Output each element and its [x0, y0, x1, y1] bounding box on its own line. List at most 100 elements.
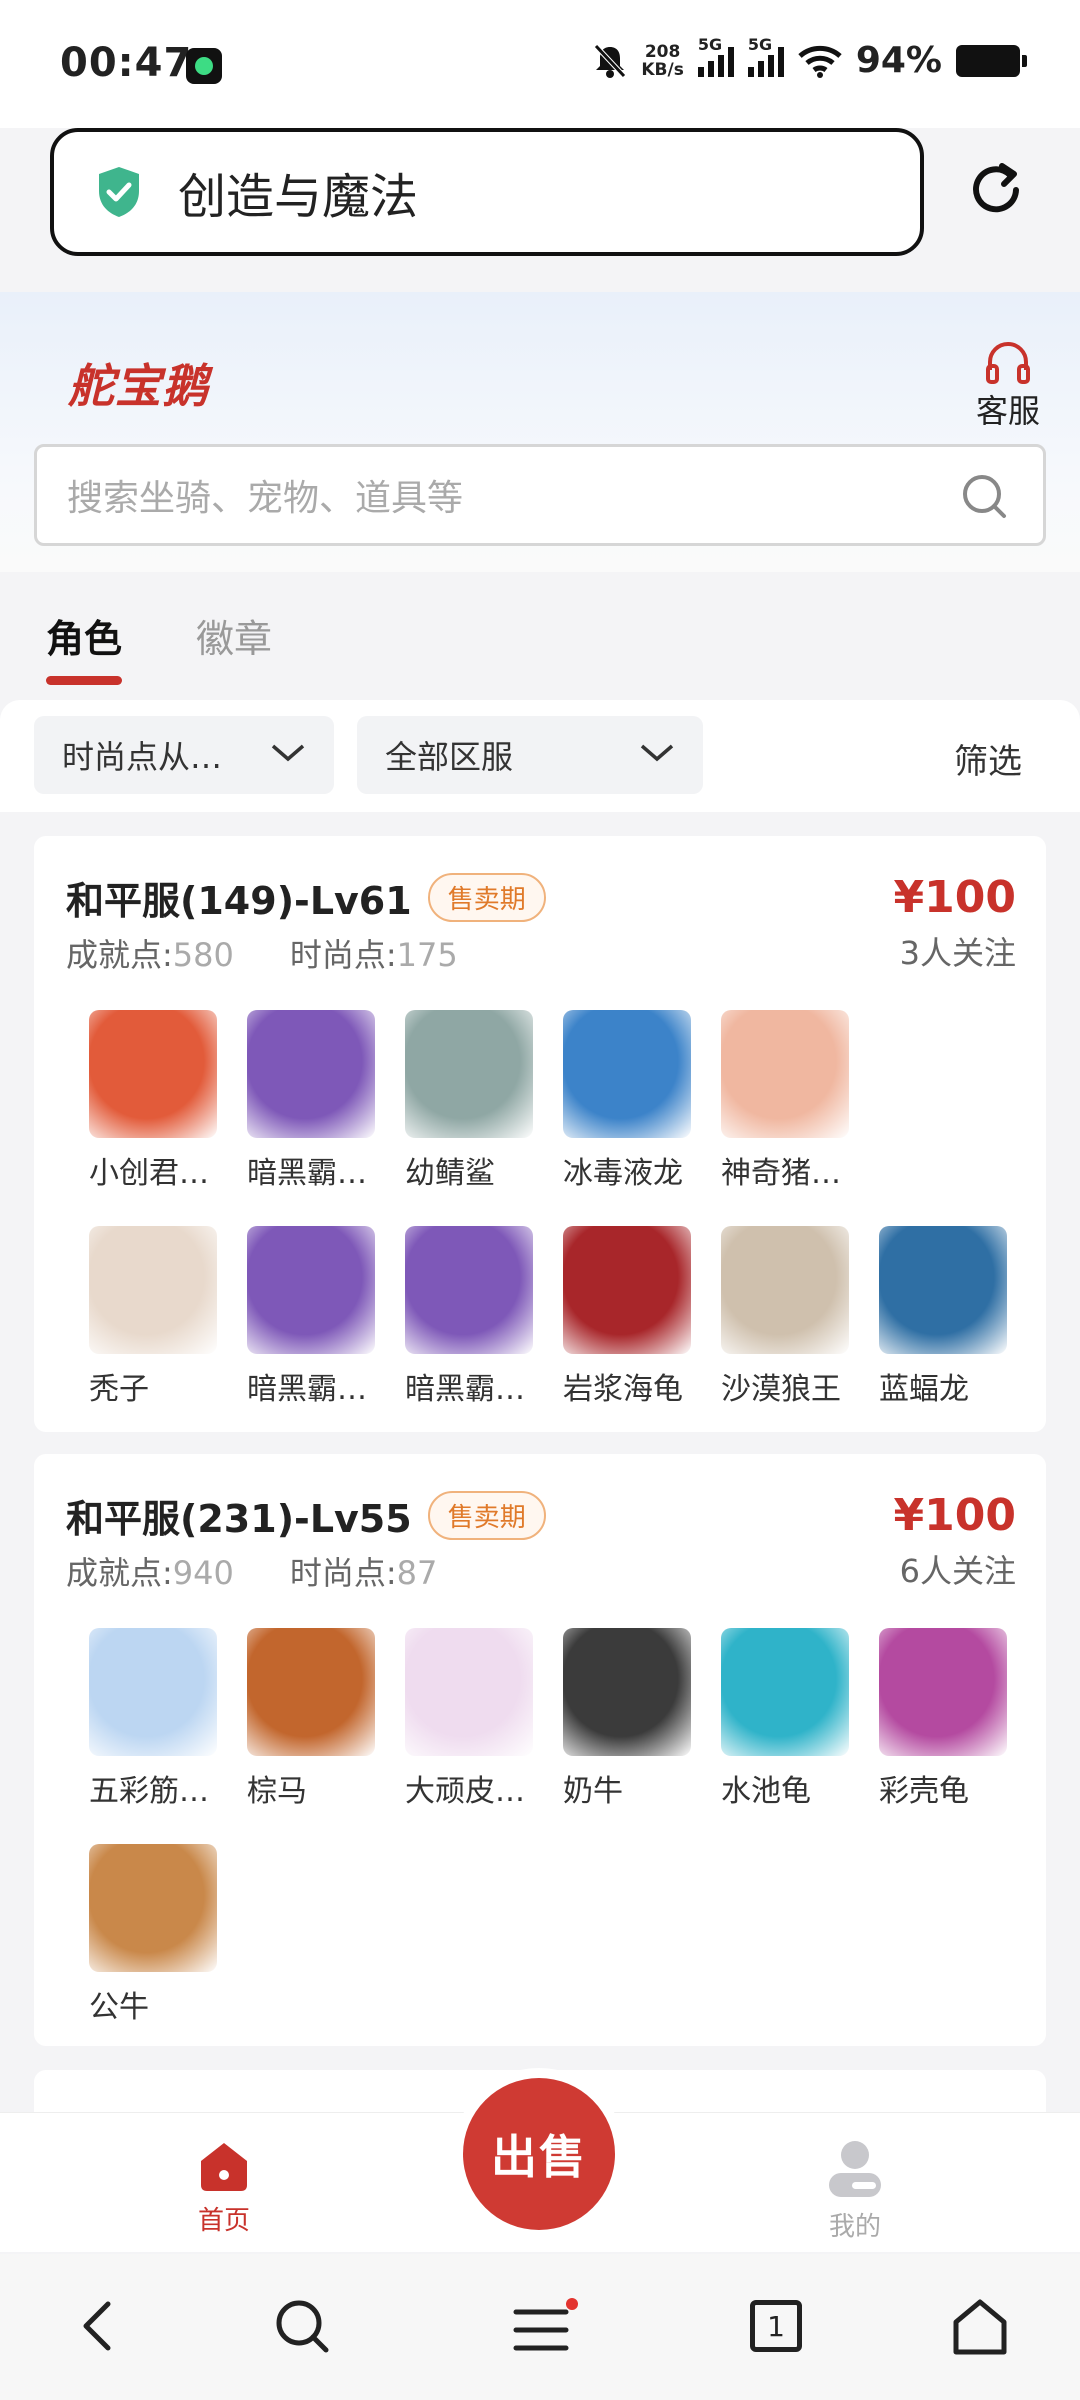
speed-value: 208 [644, 41, 681, 62]
url-bar[interactable]: 创造与魔法 [50, 128, 924, 256]
pet-thumbnail [247, 1010, 375, 1138]
pet-item[interactable]: 小创君… [64, 1010, 222, 1192]
reload-icon[interactable] [966, 160, 1026, 220]
pet-item[interactable]: 暗黑霸… [380, 1226, 538, 1408]
pet-thumbnail [879, 1628, 1007, 1756]
nav-home[interactable]: 首页 [192, 2139, 256, 2237]
listing-title: 和平服(231)-Lv55 [66, 1497, 412, 1541]
pet-name: 冰毒液龙 [563, 1156, 683, 1191]
achievement-value: 580 [172, 936, 234, 974]
listing-title: 和平服(149)-Lv61 [66, 879, 412, 923]
pet-thumbnail [563, 1010, 691, 1138]
pet-item[interactable]: 神奇猪… [696, 1010, 854, 1192]
filter-row: 时尚点从… 全部区服 筛选 [0, 700, 1080, 812]
status-icons: 208 KB/s 5G 5G 94% [593, 35, 1027, 81]
home-icon[interactable] [950, 2298, 1010, 2356]
tabs-button[interactable]: 1 [750, 2300, 802, 2352]
listing-title-row: 和平服(231)-Lv55 售卖期 [66, 1488, 546, 1543]
signal-1: 5G [697, 35, 734, 77]
pet-item[interactable]: 暗黑霸… [222, 1226, 380, 1408]
nav-mine[interactable]: 我的 [818, 2139, 892, 2243]
pet-name: 彩壳龟 [879, 1774, 969, 1809]
pet-item[interactable]: 棕马 [222, 1628, 380, 1810]
listing-title-row: 和平服(149)-Lv61 售卖期 [66, 870, 546, 925]
tab-count: 1 [767, 2309, 785, 2343]
item-grid: 小创君… 暗黑霸… 幼鲭鲨 冰毒液龙 神奇猪… 秃子 暗黑霸… 暗黑霸… 岩浆海龟 沙漠狼王 蓝蝠龙 [64, 1010, 1024, 1408]
pet-thumbnail [721, 1010, 849, 1138]
network-speed: 208 KB/s [641, 43, 683, 79]
pet-item[interactable]: 冰毒液龙 [538, 1010, 696, 1192]
pet-name: 岩浆海龟 [563, 1372, 683, 1407]
category-tabs: 角色 徽章 [0, 572, 1080, 700]
pet-name: 神奇猪… [721, 1156, 841, 1191]
pet-item[interactable]: 水池龟 [696, 1628, 854, 1810]
pet-name: 蓝蝠龙 [879, 1372, 969, 1407]
listing-price: ¥100 [893, 872, 1016, 923]
pet-name: 秃子 [89, 1372, 149, 1407]
menu-icon[interactable] [512, 2298, 580, 2358]
shield-check-icon [99, 167, 139, 217]
pet-item[interactable]: 奶牛 [538, 1628, 696, 1810]
signal-2: 5G [747, 35, 784, 77]
pet-item[interactable]: 沙漠狼王 [696, 1226, 854, 1408]
pet-thumbnail [563, 1226, 691, 1354]
search-icon[interactable] [274, 2298, 330, 2354]
user-icon [829, 2141, 881, 2197]
pet-item[interactable]: 大顽皮… [380, 1628, 538, 1810]
pet-item[interactable]: 幼鲭鲨 [380, 1010, 538, 1192]
fashion-value: 175 [396, 936, 458, 974]
pet-name: 奶牛 [563, 1774, 623, 1809]
pet-name: 大顽皮… [405, 1774, 525, 1809]
pet-item[interactable]: 五彩筋… [64, 1628, 222, 1810]
pet-name: 棕马 [247, 1774, 307, 1809]
pet-thumbnail [247, 1226, 375, 1354]
server-dropdown[interactable]: 全部区服 [357, 716, 703, 794]
fashion-label: 时尚点: [289, 936, 397, 974]
pet-item[interactable]: 暗黑霸… [222, 1010, 380, 1192]
customer-service-label: 客服 [975, 392, 1040, 430]
listing-price: ¥100 [893, 1490, 1016, 1541]
battery-percent: 94% [855, 40, 942, 81]
headset-icon [985, 342, 1030, 384]
browser-toolbar: 1 [0, 2254, 1080, 2400]
battery-icon [956, 44, 1027, 77]
pet-item[interactable]: 蓝蝠龙 [854, 1226, 1012, 1408]
pet-item[interactable]: 岩浆海龟 [538, 1226, 696, 1408]
home-icon [201, 2143, 247, 2191]
sort-label: 时尚点从… [62, 738, 223, 776]
listing-card[interactable]: 和平服(231)-Lv55 售卖期 成就点:940 时尚点:87 ¥100 6人关… [34, 1454, 1046, 2046]
network-1-label: 5G [697, 34, 723, 54]
pet-name: 水池龟 [721, 1774, 811, 1809]
pet-thumbnail [89, 1628, 217, 1756]
fashion-value: 87 [396, 1554, 438, 1592]
follower-count: 6人关注 [899, 1552, 1016, 1590]
pet-item[interactable]: 公牛 [64, 1844, 222, 2026]
network-2-label: 5G [747, 34, 773, 54]
customer-service-button[interactable]: 客服 [976, 340, 1040, 432]
filter-button[interactable]: 筛选 [954, 734, 1022, 783]
site-logo[interactable]: 舵宝鹅 [68, 350, 209, 416]
status-badge: 售卖期 [427, 873, 546, 922]
pet-name: 暗黑霸… [247, 1156, 367, 1191]
pet-name: 五彩筋… [89, 1774, 209, 1809]
achievement-label: 成就点: [66, 936, 173, 974]
search-icon[interactable] [961, 473, 1007, 519]
server-label: 全部区服 [385, 738, 514, 776]
back-icon[interactable] [78, 2298, 118, 2354]
listing-card[interactable]: 和平服(149)-Lv61 售卖期 成就点:580 时尚点:175 ¥100 3人… [34, 836, 1046, 1432]
listing-meta: 成就点:580 时尚点:175 [66, 930, 458, 976]
speed-unit: KB/s [641, 59, 684, 80]
pet-thumbnail [405, 1226, 533, 1354]
pet-name: 幼鲭鲨 [405, 1156, 495, 1191]
sell-button[interactable]: 出售 [463, 2078, 615, 2230]
chevron-down-icon [640, 744, 674, 762]
nav-home-label: 首页 [197, 2206, 250, 2236]
pet-thumbnail [405, 1628, 533, 1756]
tab-role[interactable]: 角色 [46, 608, 123, 685]
search-input[interactable]: 搜索坐骑、宠物、道具等 [34, 444, 1046, 546]
achievement-value: 940 [172, 1554, 234, 1592]
sort-dropdown[interactable]: 时尚点从… [34, 716, 334, 794]
pet-item[interactable]: 彩壳龟 [854, 1628, 1012, 1810]
tab-badge[interactable]: 徽章 [196, 608, 272, 663]
pet-item[interactable]: 秃子 [64, 1226, 222, 1408]
